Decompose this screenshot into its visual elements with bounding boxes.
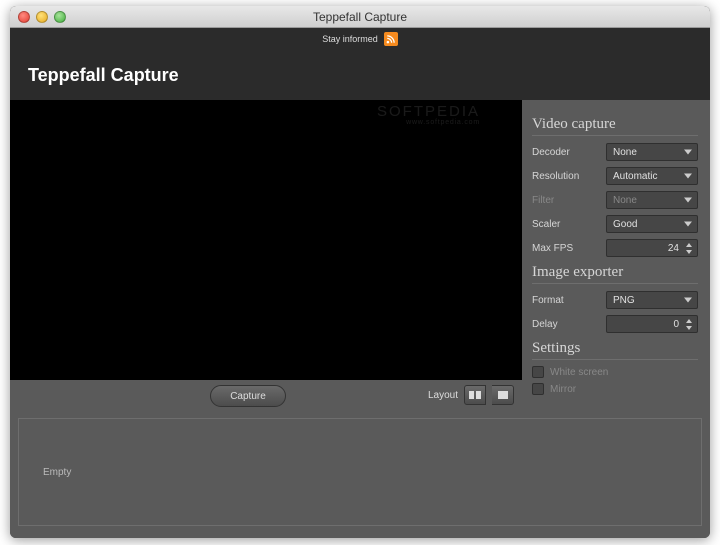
decoder-label: Decoder — [532, 147, 570, 158]
stay-informed-label: Stay informed — [322, 34, 378, 44]
traffic-lights — [18, 11, 66, 23]
rss-icon[interactable] — [384, 32, 398, 46]
maxfps-label: Max FPS — [532, 243, 573, 254]
row-maxfps: Max FPS 24 — [532, 238, 698, 258]
header: Teppefall Capture — [10, 50, 710, 100]
close-icon[interactable] — [18, 11, 30, 23]
app-title: Teppefall Capture — [28, 65, 179, 86]
layout-split-icon — [469, 389, 481, 401]
layout-label: Layout — [428, 390, 458, 401]
format-select[interactable]: PNG — [606, 291, 698, 309]
stepper-arrows-icon[interactable] — [683, 241, 695, 255]
top-strip: Stay informed — [10, 28, 710, 50]
watermark-text: SOFTPEDIA — [377, 103, 480, 120]
titlebar: Teppefall Capture — [10, 6, 710, 28]
watermark-sub: www.softpedia.com — [377, 119, 480, 126]
row-decoder: Decoder None — [532, 142, 698, 162]
filter-select: None — [606, 191, 698, 209]
toolbar: Capture Layout — [10, 380, 710, 414]
row-delay: Delay 0 — [532, 314, 698, 334]
filter-label: Filter — [532, 195, 554, 206]
row-scaler: Scaler Good — [532, 214, 698, 234]
capture-button[interactable]: Capture — [210, 385, 286, 407]
row-resolution: Resolution Automatic — [532, 166, 698, 186]
app-window: Teppefall Capture Stay informed Teppefal… — [10, 6, 710, 538]
section-settings: Settings — [532, 340, 698, 360]
delay-label: Delay — [532, 319, 558, 330]
delay-stepper[interactable]: 0 — [606, 315, 698, 333]
section-image-exporter: Image exporter — [532, 264, 698, 284]
window-title: Teppefall Capture — [10, 10, 710, 24]
row-filter: Filter None — [532, 190, 698, 210]
row-white-screen: White screen — [532, 366, 698, 378]
layout-single-button[interactable] — [492, 385, 514, 405]
preview-area: SOFTPEDIA www.softpedia.com — [10, 100, 522, 380]
main-content: SOFTPEDIA www.softpedia.com Video captur… — [10, 100, 710, 538]
layout-single-icon — [497, 389, 509, 401]
stepper-arrows-icon[interactable] — [683, 317, 695, 331]
minimize-icon[interactable] — [36, 11, 48, 23]
resolution-select[interactable]: Automatic — [606, 167, 698, 185]
maxfps-stepper[interactable]: 24 — [606, 239, 698, 257]
zoom-icon[interactable] — [54, 11, 66, 23]
format-label: Format — [532, 295, 564, 306]
watermark: SOFTPEDIA www.softpedia.com — [377, 104, 480, 126]
resolution-label: Resolution — [532, 171, 579, 182]
layout-group: Layout — [428, 385, 514, 405]
bottom-pane: Empty — [18, 418, 702, 526]
decoder-select[interactable]: None — [606, 143, 698, 161]
layout-split-button[interactable] — [464, 385, 486, 405]
row-format: Format PNG — [532, 290, 698, 310]
white-screen-label: White screen — [550, 367, 608, 378]
white-screen-checkbox[interactable] — [532, 366, 544, 378]
scaler-label: Scaler — [532, 219, 560, 230]
scaler-select[interactable]: Good — [606, 215, 698, 233]
empty-label: Empty — [43, 467, 71, 478]
section-video-capture: Video capture — [532, 116, 698, 136]
